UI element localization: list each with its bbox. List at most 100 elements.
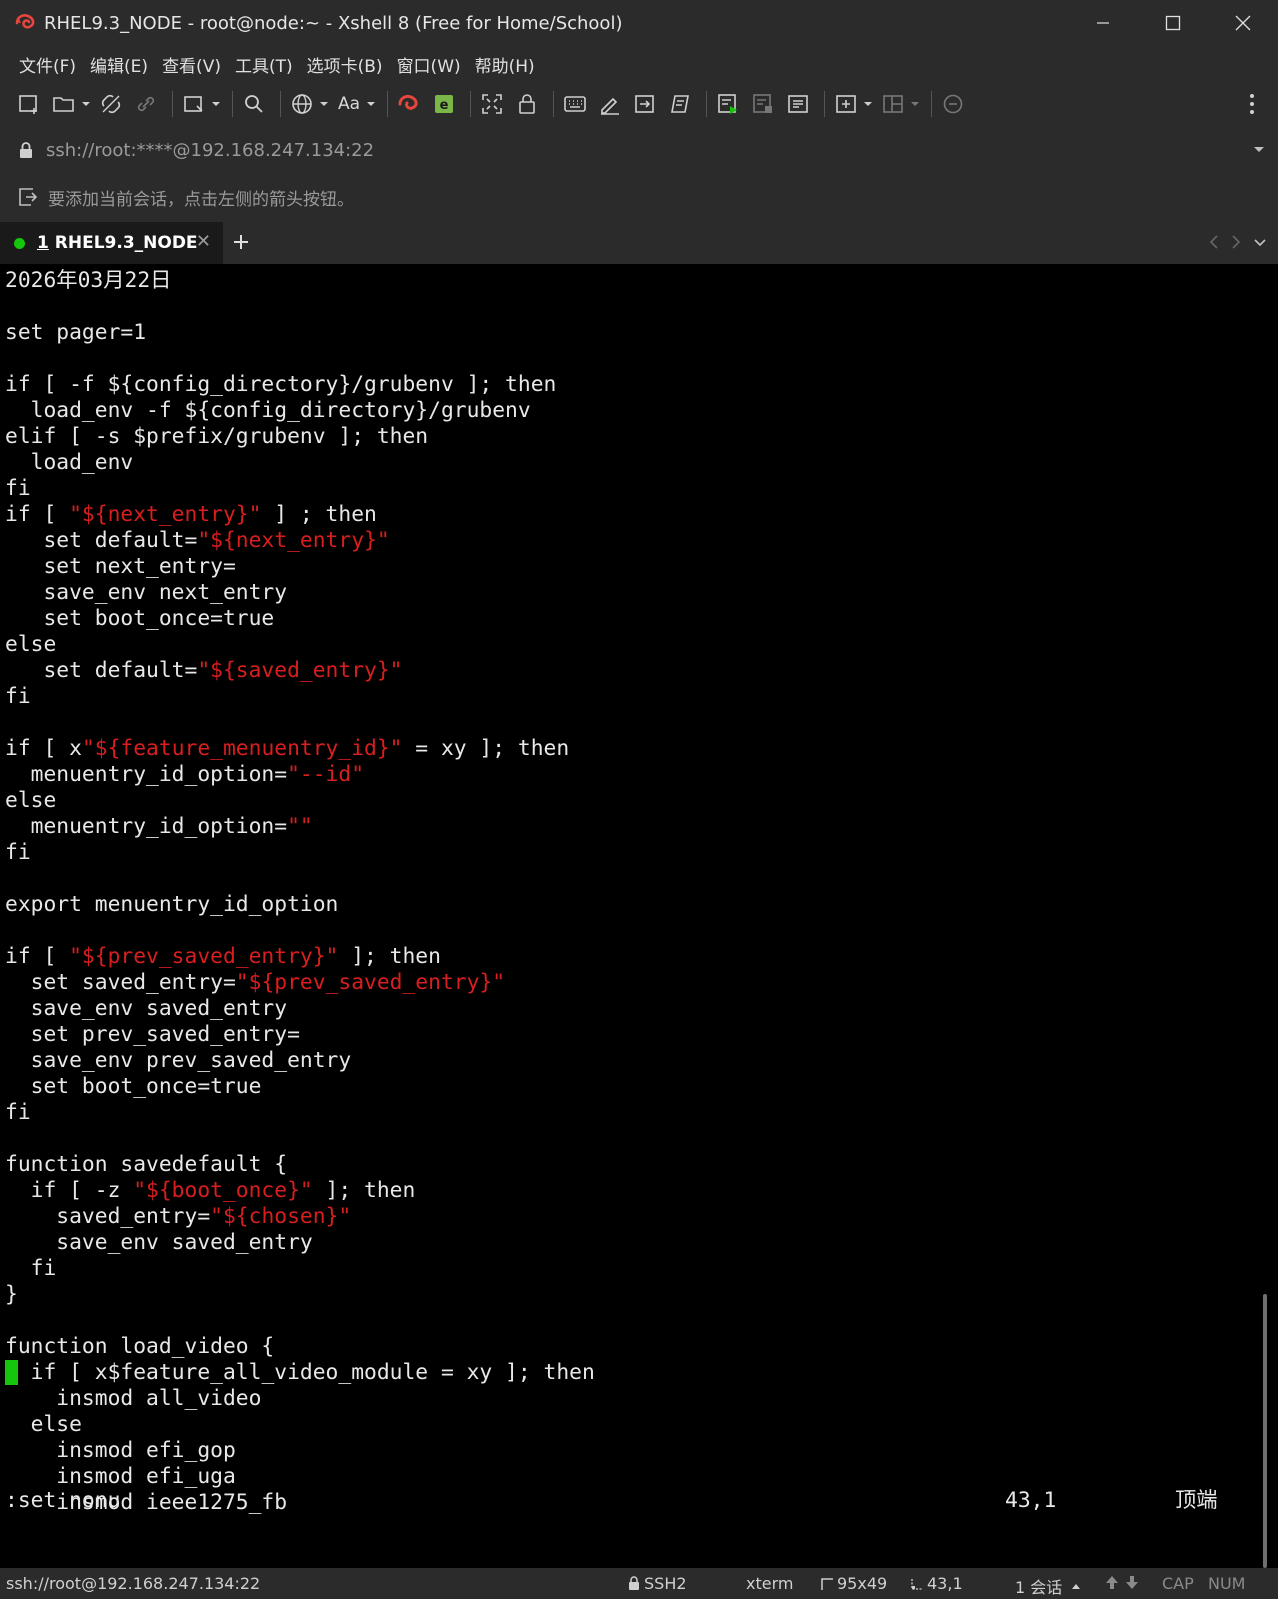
close-window-button[interactable] [1208,0,1278,46]
new-tab-button[interactable] [179,89,209,119]
layout-dropdown[interactable] [909,89,921,119]
menu-file[interactable]: 文件(F) [19,52,76,77]
minimize-icon [1097,22,1109,24]
terminal-line: set default="${next_entry}" [5,528,595,554]
download-arrow-icon [1126,1576,1138,1589]
terminal-line: insmod efi_gop [5,1438,595,1464]
reconnect-button[interactable] [96,89,126,119]
terminal-line: set prev_saved_entry= [5,1022,595,1048]
terminal-text: if [ x$feature_all_video_module = xy ]; … [17,1360,595,1385]
xftp-button[interactable] [394,89,424,119]
terminal-text: if [ [5,944,70,969]
new-tab-plus-button[interactable] [232,228,250,258]
menu-tabs[interactable]: 选项卡(B) [307,52,383,77]
terminal-text: else [5,632,57,657]
tab-list-chevron-down-icon[interactable] [1252,232,1268,252]
terminal-text: fi [5,840,31,865]
terminal-line: else [5,1412,595,1438]
open-session-button[interactable] [49,89,79,119]
upload-arrow-icon [1106,1576,1118,1589]
maximize-button[interactable] [1138,0,1208,46]
more-options-button[interactable] [1237,89,1267,119]
terminal-text: menuentry_id_option= [5,762,288,787]
add-panel-button[interactable] [831,89,861,119]
terminal-text: ]; then [312,1178,416,1203]
terminal-line: fi [5,1256,595,1282]
terminal-text: ]; then [338,944,441,969]
terminal-text: else [5,788,57,813]
terminal-line: set boot_once=true [5,1074,595,1100]
menu-help[interactable]: 帮助(H) [475,52,535,77]
terminal-line: saved_entry="${chosen}" [5,1204,595,1230]
new-tab-dropdown[interactable] [210,89,222,119]
layout-button[interactable] [878,89,908,119]
status-session-count: 1 会话 [1015,1578,1063,1597]
terminal-text: set default= [5,528,198,553]
tab-rhel9-node[interactable]: 1 RHEL9.3_NODE ✕ [0,222,223,264]
log-start-button[interactable] [713,89,743,119]
open-session-dropdown[interactable] [80,89,92,119]
menu-window[interactable]: 窗口(W) [397,52,461,77]
terminal-line: insmod all_video [5,1386,595,1412]
terminal-text: save_env prev_saved_entry [5,1048,352,1073]
title-bar: RHEL9.3_NODE - root@node:~ - Xshell 8 (F… [0,0,1278,46]
new-session-icon [19,95,37,114]
address-bar[interactable]: ssh://root:****@192.168.247.134:22 [0,132,1278,168]
terminal-line: fi [5,840,595,866]
send-icon [635,95,654,113]
minimize-button[interactable] [1068,0,1138,46]
scrollbar-thumb[interactable] [1263,1294,1267,1568]
keyboard-button[interactable] [560,89,590,119]
status-terminal-size: 95x49 [837,1574,888,1593]
address-history-dropdown[interactable] [1252,140,1266,162]
menu-view[interactable]: 查看(V) [162,52,221,77]
terminal-scrollbar[interactable] [1252,264,1278,1568]
terminal-line: 2026年03月22日 [5,268,595,294]
toolbar: Aa e [0,86,1278,122]
chat-bubble-icon [943,94,963,114]
compose-button[interactable] [783,89,813,119]
terminal-view[interactable]: 2026年03月22日 set pager=1 if [ -f ${config_d… [0,264,1278,1568]
lock-button[interactable] [512,89,542,119]
terminal-line: menuentry_id_option="--id" [5,762,595,788]
close-icon [1235,15,1251,31]
font-button[interactable]: Aa [334,89,364,119]
font-label: Aa [337,94,361,114]
log-play-icon [718,94,737,114]
terminal-text: function savedefault { [5,1152,288,1177]
add-session-arrow-icon[interactable] [18,187,40,207]
terminal-text: insmod all_video [5,1386,262,1411]
encoding-button[interactable] [287,89,317,119]
highlight-button[interactable] [595,89,625,119]
session-hint-text: 要添加当前会话，点击左侧的箭头按钮。 [48,189,354,210]
status-caps-lock: CAP [1162,1574,1194,1593]
xftp-transfer-button[interactable]: e [429,89,459,119]
find-button[interactable] [239,89,269,119]
log-stop-button[interactable] [748,89,778,119]
status-cursor-position: 43,1 [927,1574,963,1593]
fullscreen-button[interactable] [477,89,507,119]
tab-prev-icon[interactable] [1208,232,1220,252]
add-panel-dropdown[interactable] [862,89,874,119]
chat-button[interactable] [938,89,968,119]
send-button[interactable] [630,89,660,119]
terminal-text: set boot_once=true [5,606,275,631]
status-sessions[interactable]: 1 会话 [1015,1574,1082,1598]
tab-next-icon[interactable] [1230,232,1242,252]
script-button[interactable] [665,89,695,119]
font-dropdown[interactable] [365,89,377,119]
terminal-text: if [ -f ${config_directory}/grubenv ]; t… [5,372,557,397]
encoding-dropdown[interactable] [318,89,330,119]
script-icon [671,95,689,113]
terminal-text: fi [5,684,31,709]
disconnect-button[interactable] [131,89,161,119]
menu-edit[interactable]: 编辑(E) [90,52,148,77]
terminal-text: else [5,1412,82,1437]
terminal-line: menuentry_id_option="" [5,814,595,840]
address-input[interactable]: ssh://root:****@192.168.247.134:22 [46,140,374,161]
tab-close-button[interactable]: ✕ [196,231,211,252]
new-session-button[interactable] [14,89,44,119]
caret-down-icon [367,102,375,106]
menu-tools[interactable]: 工具(T) [235,52,293,77]
